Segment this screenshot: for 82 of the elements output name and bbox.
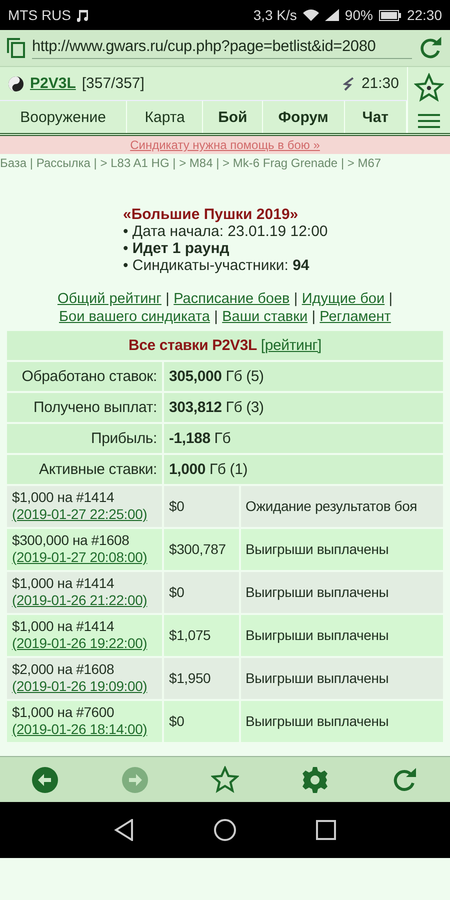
settings-button[interactable]: [300, 764, 330, 794]
section-link[interactable]: Общий рейтинг: [57, 291, 162, 307]
carrier-text: MTS RUS: [8, 7, 71, 23]
bet-status: Ожидание результатов боя: [240, 486, 443, 527]
bet-payout: $300,787: [164, 529, 238, 570]
link-separator: |: [166, 291, 170, 307]
rating-link[interactable]: [рейтинг]: [260, 337, 322, 354]
tournament-fact: • Идет 1 раунд: [123, 240, 230, 257]
bet-time-link[interactable]: (2019-01-26 19:22:00): [12, 635, 157, 652]
network-speed-text: 3,3 K/s: [253, 7, 297, 23]
bet-time-link[interactable]: (2019-01-26 21:22:00): [12, 592, 157, 609]
section-link[interactable]: Регламент: [320, 309, 391, 325]
back-button[interactable]: [30, 764, 60, 794]
section-link[interactable]: Идущие бои: [302, 291, 385, 307]
menu-icon[interactable]: [418, 114, 440, 128]
bet-time-link[interactable]: (2019-01-27 22:25:00): [12, 506, 157, 523]
tournament-fact: • Синдикаты-участники: 94: [123, 257, 310, 274]
signal-icon: [324, 9, 339, 21]
bet-stake: $1,000 на #1414: [12, 618, 116, 635]
link-separator: |: [388, 291, 393, 307]
battery-percent-text: 90%: [344, 7, 373, 23]
username-link[interactable]: P2V3L: [30, 75, 76, 92]
tournament-fact: • Дата начала: 23.01.19 12:00: [123, 223, 329, 240]
reload-icon: [391, 766, 419, 794]
back-icon[interactable]: [114, 819, 134, 841]
wifi-icon: [302, 9, 319, 21]
bet-payout: $1,075: [164, 615, 238, 656]
link-separator: |: [312, 309, 316, 325]
bet-time-link[interactable]: (2019-01-27 20:08:00): [12, 549, 157, 566]
link-separator: |: [214, 309, 218, 325]
recents-icon[interactable]: [316, 820, 336, 840]
link-separator: |: [294, 291, 298, 307]
section-link[interactable]: Расписание боев: [174, 291, 290, 307]
summary-label: Обработано ставок:: [7, 362, 162, 391]
summary-value: -1,188 Гб: [164, 424, 443, 453]
back-icon: [31, 766, 59, 794]
nav-tab[interactable]: Бой: [203, 101, 263, 133]
bet-status: Выигрыши выплачены: [240, 572, 443, 613]
bet-payout: $0: [164, 701, 238, 742]
nav-tab[interactable]: Чат: [344, 101, 407, 133]
forward-icon: [121, 766, 149, 794]
settings-icon: [301, 766, 329, 794]
summary-label: Получено выплат:: [7, 393, 162, 422]
tournament-title: «Большие Пушки 2019»: [123, 206, 300, 223]
summary-label: Активные ставки:: [7, 455, 162, 484]
tabs-icon[interactable]: [6, 37, 26, 59]
nav-tab[interactable]: Вооружение: [0, 101, 128, 133]
bet-payout: $0: [164, 572, 238, 613]
breadcrumbs: База | Рассылка | > L83 A1 HG | > M84 | > Mk-6 Frag Grenade | > M67: [0, 155, 382, 172]
section-link[interactable]: Бои вашего синдиката: [59, 309, 210, 325]
yin-yang-icon: [8, 76, 24, 92]
clock-text: 22:30: [406, 7, 442, 23]
bet-status: Выигрыши выплачены: [240, 658, 443, 699]
hp-text: [357/357]: [82, 75, 144, 92]
bet-status: Выигрыши выплачены: [240, 701, 443, 742]
summary-title: Все ставки P2V3L: [128, 337, 257, 354]
nav-tab[interactable]: Форум: [262, 101, 345, 133]
bet-stake: $1,000 на #7600: [12, 704, 116, 721]
star-icon: [211, 766, 239, 794]
bet-stake: $300,000 на #1608: [12, 532, 130, 549]
summary-label: Прибыль:: [7, 424, 162, 453]
home-icon[interactable]: [214, 819, 236, 841]
nav-tab[interactable]: Карта: [127, 101, 204, 133]
bet-status: Выигрыши выплачены: [240, 615, 443, 656]
bet-payout: $0: [164, 486, 238, 527]
server-time-text: 21:30: [361, 75, 399, 92]
star-button[interactable]: [210, 764, 240, 794]
music-note-icon: [77, 8, 89, 22]
bet-stake: $2,000 на #1608: [12, 661, 116, 678]
summary-value: 303,812 Гб (3): [164, 393, 443, 422]
bet-stake: $1,000 на #1414: [12, 575, 116, 592]
bet-status: Выигрыши выплачены: [240, 529, 443, 570]
battery-icon: [378, 10, 401, 20]
star-icon[interactable]: [414, 72, 444, 102]
summary-value: 1,000 Гб (1): [164, 455, 443, 484]
bet-time-link[interactable]: (2019-01-26 18:14:00): [12, 721, 157, 738]
bet-stake: $1,000 на #1414: [12, 489, 116, 506]
section-link[interactable]: Ваши ставки: [222, 309, 308, 325]
bet-payout: $1,950: [164, 658, 238, 699]
summary-value: 305,000 Гб (5): [164, 362, 443, 391]
bet-time-link[interactable]: (2019-01-26 19:09:00): [12, 678, 157, 695]
reload-icon[interactable]: [418, 35, 444, 61]
